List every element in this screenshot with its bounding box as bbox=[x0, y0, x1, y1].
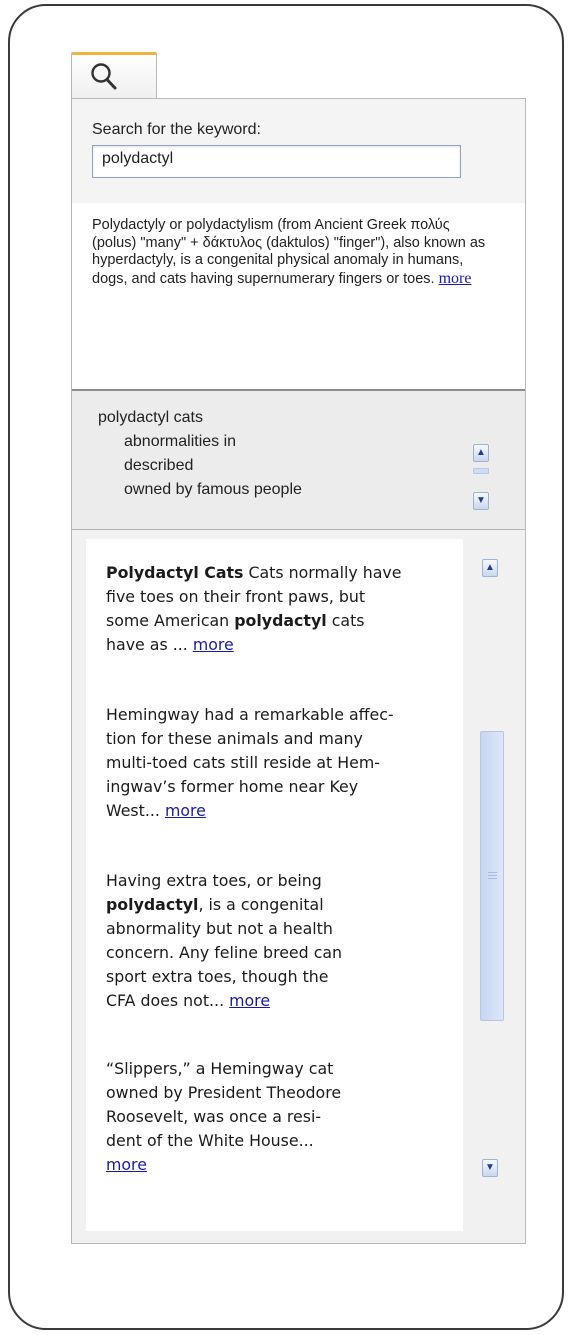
result-more-link[interactable]: more bbox=[106, 1155, 147, 1174]
result-keyword: polydactyl bbox=[106, 895, 199, 914]
chevron-up-icon: ▲ bbox=[476, 447, 486, 458]
magnifier-icon bbox=[91, 63, 117, 90]
search-tab[interactable] bbox=[71, 52, 157, 98]
search-header: Search for the keyword: polydactyl bbox=[72, 99, 525, 203]
topics-scroll-down-button[interactable]: ▼ bbox=[473, 492, 489, 510]
chevron-up-icon: ▲ bbox=[485, 562, 495, 573]
definition-more-link[interactable]: more bbox=[439, 270, 472, 287]
result-item: “Slippers,” a Hemingway cat owned by Pre… bbox=[106, 1057, 451, 1177]
results-list: Polydactyl Cats Cats normally have five … bbox=[86, 539, 463, 1231]
result-keyword: polydactyl bbox=[234, 611, 327, 630]
definition-body: Polydactyly or polydactylism (from Ancie… bbox=[92, 217, 486, 287]
topic-item[interactable]: abnormalities in bbox=[124, 433, 236, 451]
result-more-link[interactable]: more bbox=[165, 801, 206, 820]
topic-item[interactable]: described bbox=[124, 457, 193, 475]
results-scroll-up-button[interactable]: ▲ bbox=[482, 559, 498, 577]
results-scroll-down-button[interactable]: ▼ bbox=[482, 1159, 498, 1177]
result-title: Polydactyl Cats bbox=[106, 563, 244, 582]
chevron-down-icon: ▼ bbox=[485, 1162, 495, 1173]
search-label: Search for the keyword: bbox=[92, 121, 261, 138]
search-section: Search for the keyword: polydactyl Polyd… bbox=[72, 99, 525, 389]
result-item: Having extra toes, or being polydactyl, … bbox=[106, 869, 451, 1013]
grip-icon bbox=[488, 872, 497, 873]
results-scroll-thumb[interactable] bbox=[480, 731, 504, 1021]
topic-item[interactable]: owned by famous people bbox=[124, 481, 302, 499]
chevron-down-icon: ▼ bbox=[476, 495, 486, 506]
definition-text: Polydactyly or polydactylism (from Ancie… bbox=[92, 217, 497, 288]
result-text: “Slippers,” a Hemingway cat owned by Pre… bbox=[106, 1059, 342, 1150]
topic-title[interactable]: polydactyl cats bbox=[98, 409, 203, 427]
result-item: Hemingway had a remarkable affec- tion f… bbox=[106, 703, 451, 823]
search-panel: Search for the keyword: polydactyl Polyd… bbox=[71, 98, 526, 1244]
topic-list: polydactyl cats abnormalities in describ… bbox=[72, 391, 525, 529]
result-text: Having extra toes, or being bbox=[106, 871, 322, 890]
search-input[interactable]: polydactyl bbox=[92, 145, 461, 178]
result-more-link[interactable]: more bbox=[193, 635, 234, 654]
result-more-link[interactable]: more bbox=[229, 991, 270, 1010]
result-text: Hemingway had a remarkable affec- tion f… bbox=[106, 705, 394, 820]
section-divider bbox=[72, 529, 525, 530]
topics-scroll-thumb[interactable] bbox=[473, 468, 489, 474]
topics-scroll-up-button[interactable]: ▲ bbox=[473, 444, 489, 462]
result-item: Polydactyl Cats Cats normally have five … bbox=[106, 561, 451, 657]
